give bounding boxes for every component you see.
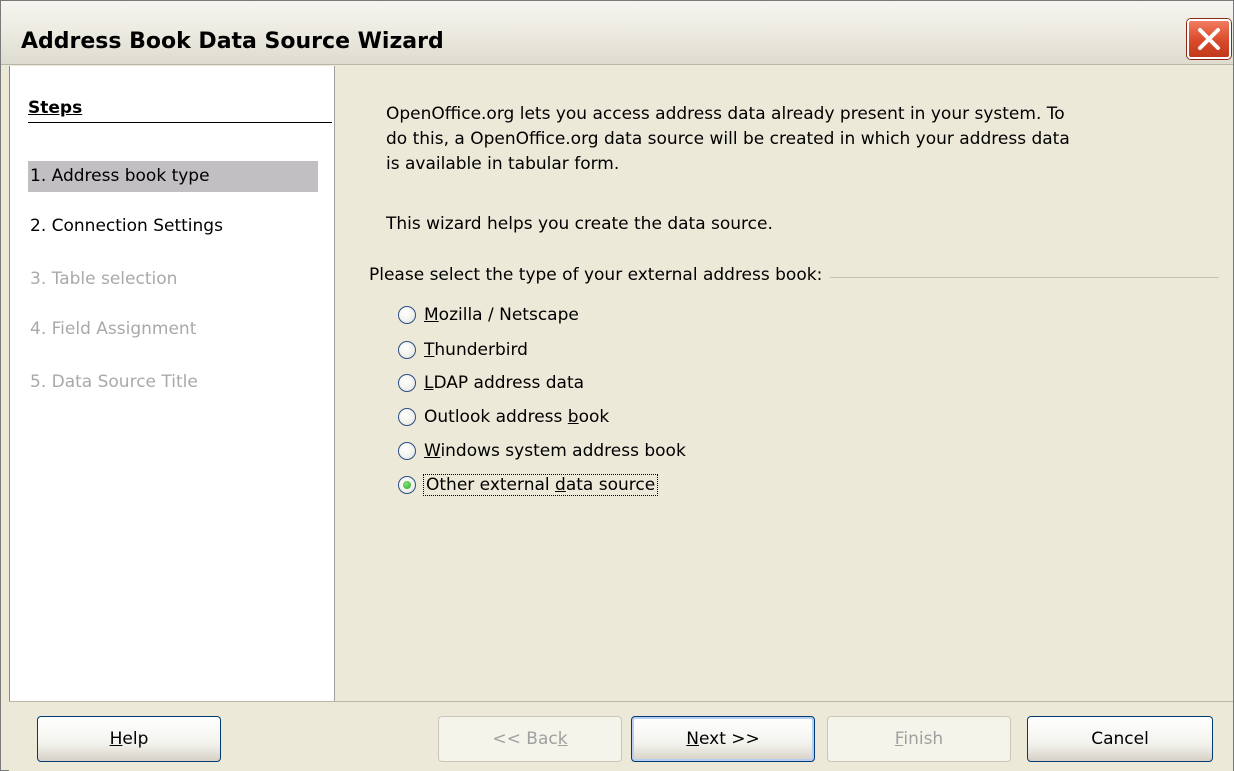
step-table-selection: 3. Table selection (30, 269, 178, 289)
option-other-external[interactable]: Other external data source (398, 472, 659, 498)
title-bar[interactable]: Address Book Data Source Wizard (1, 1, 1233, 65)
finish-button[interactable]: Finish (827, 716, 1011, 762)
address-book-type-label: Please select the type of your external … (369, 265, 831, 285)
option-label: Windows system address book (424, 441, 686, 461)
steps-panel: Steps 1. Address book type 2. Connection… (9, 66, 335, 701)
intro-text: OpenOffice.org lets you access address d… (386, 102, 1206, 177)
step-address-book-type[interactable]: 1. Address book type (28, 161, 318, 192)
radio-button[interactable] (398, 408, 416, 426)
option-label: Mozilla / Netscape (424, 305, 579, 325)
option-ldap[interactable]: LDAP address data (398, 370, 584, 396)
content-panel: OpenOffice.org lets you access address d… (335, 66, 1233, 701)
option-mozilla-netscape[interactable]: Mozilla / Netscape (398, 302, 579, 328)
option-windows-address-book[interactable]: Windows system address book (398, 438, 686, 464)
close-icon (1198, 28, 1220, 50)
wizard-help-text: This wizard helps you create the data so… (386, 214, 773, 234)
steps-heading: Steps (28, 98, 332, 123)
radio-button[interactable] (398, 374, 416, 392)
radio-button[interactable] (398, 306, 416, 324)
option-label: Thunderbird (424, 340, 528, 360)
option-label: Other external data source (422, 474, 659, 496)
radio-button-selected[interactable] (398, 476, 416, 494)
step-field-assignment: 4. Field Assignment (30, 319, 197, 339)
close-button[interactable] (1187, 19, 1231, 59)
option-label: Outlook address book (424, 407, 610, 427)
step-data-source-title: 5. Data Source Title (30, 372, 198, 392)
cancel-button[interactable]: Cancel (1027, 716, 1213, 762)
radio-button[interactable] (398, 442, 416, 460)
back-button[interactable]: << Back (438, 716, 622, 762)
intro-line: do this, a OpenOffice.org data source wi… (386, 129, 1070, 149)
help-button[interactable]: Help (37, 716, 221, 762)
wizard-window: Address Book Data Source Wizard Steps 1.… (0, 0, 1234, 771)
next-button[interactable]: Next >> (631, 716, 815, 762)
intro-line: OpenOffice.org lets you access address d… (386, 104, 1065, 124)
radio-button[interactable] (398, 341, 416, 359)
option-outlook[interactable]: Outlook address book (398, 404, 609, 430)
step-connection-settings[interactable]: 2. Connection Settings (28, 211, 318, 242)
intro-line: is available in tabular form. (386, 154, 620, 174)
window-title: Address Book Data Source Wizard (21, 29, 444, 54)
option-thunderbird[interactable]: Thunderbird (398, 337, 528, 363)
option-label: LDAP address data (424, 373, 585, 393)
